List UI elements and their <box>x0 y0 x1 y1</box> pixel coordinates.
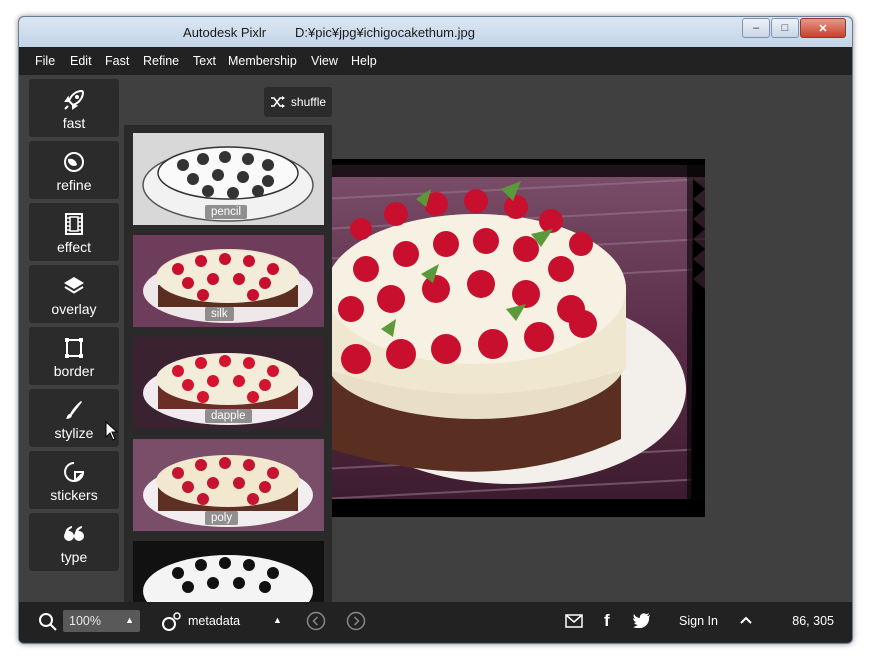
sidebar-item-fast[interactable]: fast <box>29 79 119 137</box>
maximize-button[interactable]: □ <box>771 18 799 38</box>
thumbnail-pencil[interactable]: pencil <box>133 133 324 225</box>
workspace: fast refine effect overlay border styliz… <box>19 75 852 602</box>
menu-edit[interactable]: Edit <box>70 54 92 68</box>
sidebar-item-stickers[interactable]: stickers <box>29 451 119 509</box>
sidebar-item-overlay[interactable]: overlay <box>29 265 119 323</box>
sidebar-item-label: stickers <box>50 487 98 503</box>
shuffle-label: shuffle <box>290 95 327 109</box>
thumbnail-label: silk <box>205 307 234 321</box>
close-button[interactable]: ✕ <box>800 18 846 38</box>
menu-refine[interactable]: Refine <box>143 54 179 68</box>
status-bar: 100% ▲ metadata ▲ f Sign In 86, 305 <box>19 602 852 642</box>
sidebar-item-refine[interactable]: refine <box>29 141 119 199</box>
sidebar-item-type[interactable]: type <box>29 513 119 571</box>
shuffle-icon <box>270 96 285 108</box>
zoom-select[interactable]: 100% ▲ <box>63 610 140 632</box>
title-bar: Autodesk Pixlr D:¥pic¥jpg¥ichigocakethum… <box>19 17 852 47</box>
sidebar-item-stylize[interactable]: stylize <box>29 389 119 447</box>
window-title: Autodesk Pixlr D:¥pic¥jpg¥ichigocakethum… <box>183 25 475 40</box>
mail-icon[interactable] <box>565 614 583 628</box>
sidebar-item-label: fast <box>62 115 86 131</box>
chevron-up-icon[interactable] <box>739 615 753 625</box>
sidebar-item-label: stylize <box>54 425 94 441</box>
maximize-icon: □ <box>781 22 789 34</box>
thumbnail-bw[interactable] <box>133 541 324 602</box>
thumbnail-silk[interactable]: silk <box>133 235 324 327</box>
effects-thumbnail-panel: pencil silk dapple poly <box>124 125 332 602</box>
border-frame-icon <box>65 338 83 358</box>
sidebar-item-effect[interactable]: effect <box>29 203 119 261</box>
metadata-label[interactable]: metadata <box>188 614 240 628</box>
metadata-icon[interactable] <box>161 612 181 632</box>
cursor-coordinates: 86, 305 <box>792 614 834 628</box>
rocket-icon <box>64 89 85 110</box>
shuffle-button[interactable]: shuffle <box>264 87 332 117</box>
sidebar-item-label: effect <box>57 239 91 255</box>
next-icon[interactable] <box>346 611 366 631</box>
sticker-icon <box>64 462 84 482</box>
window-controls: – □ ✕ <box>741 18 846 38</box>
sidebar-item-label: border <box>53 363 95 379</box>
thumbnail-image <box>133 541 324 602</box>
menu-membership[interactable]: Membership <box>228 54 297 68</box>
zoom-value: 100% <box>69 614 101 628</box>
minimize-icon: – <box>752 22 760 34</box>
metadata-caret-up-icon[interactable]: ▲ <box>273 615 282 625</box>
sidebar-item-label: type <box>60 549 88 565</box>
previous-icon[interactable] <box>306 611 326 631</box>
refine-icon <box>64 152 84 172</box>
menu-help[interactable]: Help <box>351 54 377 68</box>
thumbnail-label: poly <box>205 511 239 525</box>
twitter-icon[interactable] <box>633 613 651 628</box>
facebook-icon[interactable]: f <box>604 611 610 631</box>
sidebar-item-label: refine <box>56 177 92 193</box>
mouse-cursor-icon <box>105 421 119 441</box>
zoom-search-icon[interactable] <box>38 612 58 632</box>
menu-view[interactable]: View <box>311 54 338 68</box>
menu-text[interactable]: Text <box>193 54 216 68</box>
close-icon: ✕ <box>818 22 828 35</box>
menu-fast[interactable]: Fast <box>105 54 129 68</box>
caret-up-icon: ▲ <box>125 615 134 625</box>
sidebar-item-border[interactable]: border <box>29 327 119 385</box>
layers-icon <box>64 277 84 294</box>
thumbnail-poly[interactable]: poly <box>133 439 324 531</box>
app-window: Autodesk Pixlr D:¥pic¥jpg¥ichigocakethum… <box>18 16 853 644</box>
sidebar-item-label: overlay <box>51 301 97 317</box>
menu-bar: File Edit Fast Refine Text Membership Vi… <box>19 47 852 75</box>
sign-in-link[interactable]: Sign In <box>679 614 718 628</box>
thumbnail-label: dapple <box>205 409 252 423</box>
thumbnail-label: pencil <box>205 205 248 219</box>
thumbnail-dapple[interactable]: dapple <box>133 337 324 429</box>
menu-file[interactable]: File <box>35 54 55 68</box>
minimize-button[interactable]: – <box>742 18 770 38</box>
film-icon <box>65 213 83 235</box>
quote-icon <box>64 526 84 541</box>
main-canvas-image[interactable] <box>321 159 705 517</box>
brush-icon <box>66 401 82 419</box>
